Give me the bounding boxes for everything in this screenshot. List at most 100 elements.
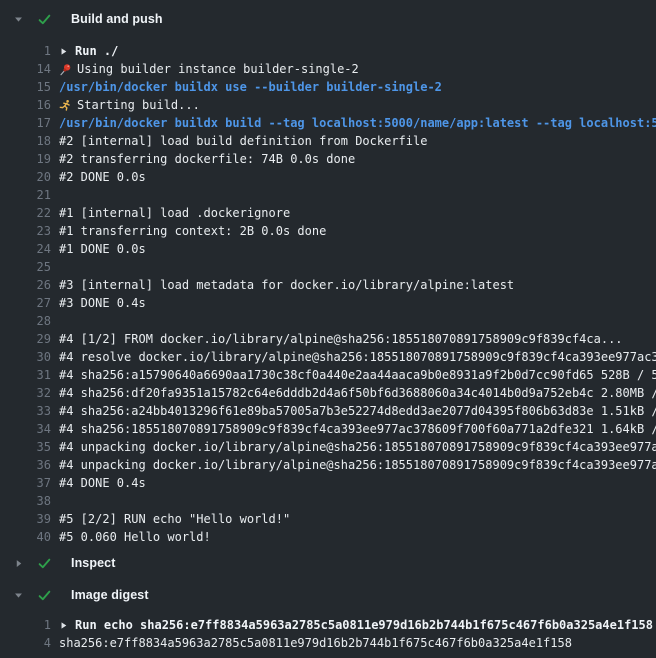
- log-text: #4 sha256:a15790640a6690aa1730c38cf0a440…: [59, 368, 656, 382]
- line-number[interactable]: 15: [0, 80, 51, 94]
- line-number[interactable]: 25: [0, 260, 51, 274]
- log-text-label: #4 resolve docker.io/library/alpine@sha2…: [59, 350, 656, 364]
- line-number[interactable]: 24: [0, 242, 51, 256]
- log-text: /usr/bin/docker buildx use --builder bui…: [59, 80, 442, 94]
- log-line: 15/usr/bin/docker buildx use --builder b…: [0, 78, 656, 96]
- log-line: 1 Run ./: [0, 42, 656, 60]
- line-number[interactable]: 20: [0, 170, 51, 184]
- line-number[interactable]: 32: [0, 386, 51, 400]
- check-icon: [37, 556, 52, 571]
- log-line: 35 #4 unpacking docker.io/library/alpine@…: [0, 438, 656, 456]
- workflow-log-viewer: Build and push 1 Run ./ 14Using builder ins…: [0, 0, 656, 652]
- log-text: #4 unpacking docker.io/library/alpine@sh…: [59, 440, 656, 454]
- chevron-down-icon[interactable]: [13, 14, 24, 25]
- log-text-label: sha256:e7ff8834a5963a2785c5a0811e979d16b…: [59, 636, 572, 650]
- log-line: 22 #1 [internal] load .dockerignore: [0, 204, 656, 222]
- line-number[interactable]: 4: [0, 636, 51, 650]
- runner-emoji: [59, 99, 72, 112]
- line-number[interactable]: 26: [0, 278, 51, 292]
- section-header-image-digest[interactable]: Image digest: [0, 586, 656, 604]
- log-text: #4 unpacking docker.io/library/alpine@sh…: [59, 458, 656, 472]
- section-header-build-and-push[interactable]: Build and push: [0, 10, 656, 28]
- log-text-label: #3 [internal] load metadata for docker.i…: [59, 278, 514, 292]
- log-text: sha256:e7ff8834a5963a2785c5a0811e979d16b…: [59, 636, 572, 650]
- log-text-label: #4 unpacking docker.io/library/alpine@sh…: [59, 458, 656, 472]
- log-text: #3 DONE 0.4s: [59, 296, 146, 310]
- line-number[interactable]: 29: [0, 332, 51, 346]
- log-text-label: /usr/bin/docker buildx build --tag local…: [59, 116, 656, 130]
- line-number[interactable]: 1: [0, 44, 51, 58]
- line-number[interactable]: 27: [0, 296, 51, 310]
- log-line: 36 #4 unpacking docker.io/library/alpine@…: [0, 456, 656, 474]
- log-body-image-digest: 1 Run echo sha256:e7ff8834a5963a2785c5a08…: [0, 616, 656, 652]
- section-title: Build and push: [71, 12, 163, 26]
- log-text: #5 0.060 Hello world!: [59, 530, 211, 544]
- log-line: 14Using builder instance builder-single-…: [0, 60, 656, 78]
- line-number[interactable]: 34: [0, 422, 51, 436]
- chevron-right-icon[interactable]: [13, 558, 24, 569]
- line-number[interactable]: 16: [0, 98, 51, 112]
- log-line: 25: [0, 258, 656, 276]
- section-title: Image digest: [71, 588, 149, 602]
- log-text-label: Starting build...: [77, 98, 200, 112]
- check-icon: [37, 588, 52, 603]
- log-line: 31 #4 sha256:a15790640a6690aa1730c38cf0a4…: [0, 366, 656, 384]
- log-text: #2 DONE 0.0s: [59, 170, 146, 184]
- expand-right-icon[interactable]: [59, 47, 68, 56]
- section-inspect: Inspect: [0, 554, 656, 572]
- line-number[interactable]: 39: [0, 512, 51, 526]
- log-line: 21: [0, 186, 656, 204]
- line-number[interactable]: 19: [0, 152, 51, 166]
- log-line: 37 #4 DONE 0.4s: [0, 474, 656, 492]
- log-text: #4 sha256:a24bb4013296f61e89ba57005a7b3e…: [59, 404, 656, 418]
- line-number[interactable]: 40: [0, 530, 51, 544]
- log-line: 34 #4 sha256:185518070891758909c9f839cf4c…: [0, 420, 656, 438]
- line-number[interactable]: 28: [0, 314, 51, 328]
- line-number[interactable]: 37: [0, 476, 51, 490]
- log-text-label: #4 sha256:df20fa9351a15782c64e6dddb2d4a6…: [59, 386, 656, 400]
- log-line: 18 #2 [internal] load build definition fr…: [0, 132, 656, 150]
- line-number[interactable]: 18: [0, 134, 51, 148]
- log-text-label: #4 DONE 0.4s: [59, 476, 146, 490]
- log-text-label: Run echo sha256:e7ff8834a5963a2785c5a081…: [75, 618, 653, 632]
- line-number[interactable]: 33: [0, 404, 51, 418]
- log-text-label: #4 sha256:185518070891758909c9f839cf4ca3…: [59, 422, 656, 436]
- log-text-label: #4 [1/2] FROM docker.io/library/alpine@s…: [59, 332, 623, 346]
- log-line: 20 #2 DONE 0.0s: [0, 168, 656, 186]
- line-number[interactable]: 14: [0, 62, 51, 76]
- log-text-label: #1 transferring context: 2B 0.0s done: [59, 224, 326, 238]
- line-number[interactable]: 30: [0, 350, 51, 364]
- log-line: 1 Run echo sha256:e7ff8834a5963a2785c5a08…: [0, 616, 656, 634]
- line-number[interactable]: 35: [0, 440, 51, 454]
- log-text: #2 [internal] load build definition from…: [59, 134, 427, 148]
- log-text-label: #5 0.060 Hello world!: [59, 530, 211, 544]
- line-number[interactable]: 36: [0, 458, 51, 472]
- log-text-label: Run ./: [75, 44, 118, 58]
- log-line: 17/usr/bin/docker buildx build --tag loc…: [0, 114, 656, 132]
- log-line: 28: [0, 312, 656, 330]
- line-number[interactable]: 23: [0, 224, 51, 238]
- section-header-inspect[interactable]: Inspect: [0, 554, 656, 572]
- section-build-and-push: Build and push 1 Run ./ 14Using builder ins…: [0, 10, 656, 546]
- log-text-label: #2 transferring dockerfile: 74B 0.0s don…: [59, 152, 355, 166]
- log-text: #1 [internal] load .dockerignore: [59, 206, 290, 220]
- line-number[interactable]: 1: [0, 618, 51, 632]
- line-number[interactable]: 38: [0, 494, 51, 508]
- log-text: #4 sha256:185518070891758909c9f839cf4ca3…: [59, 422, 656, 436]
- log-text-label: #3 DONE 0.4s: [59, 296, 146, 310]
- log-text: Run echo sha256:e7ff8834a5963a2785c5a081…: [59, 618, 653, 632]
- pushpin-emoji: [59, 63, 72, 76]
- log-line: 26 #3 [internal] load metadata for docker…: [0, 276, 656, 294]
- log-text: Starting build...: [59, 98, 200, 112]
- check-icon: [37, 12, 52, 27]
- section-title: Inspect: [71, 556, 115, 570]
- expand-right-icon[interactable]: [59, 621, 68, 630]
- line-number[interactable]: 22: [0, 206, 51, 220]
- log-text: #5 [2/2] RUN echo "Hello world!": [59, 512, 290, 526]
- line-number[interactable]: 17: [0, 116, 51, 130]
- log-text-label: #4 sha256:a24bb4013296f61e89ba57005a7b3e…: [59, 404, 656, 418]
- line-number[interactable]: 31: [0, 368, 51, 382]
- line-number[interactable]: 21: [0, 188, 51, 202]
- log-line: 39 #5 [2/2] RUN echo "Hello world!": [0, 510, 656, 528]
- chevron-down-icon[interactable]: [13, 590, 24, 601]
